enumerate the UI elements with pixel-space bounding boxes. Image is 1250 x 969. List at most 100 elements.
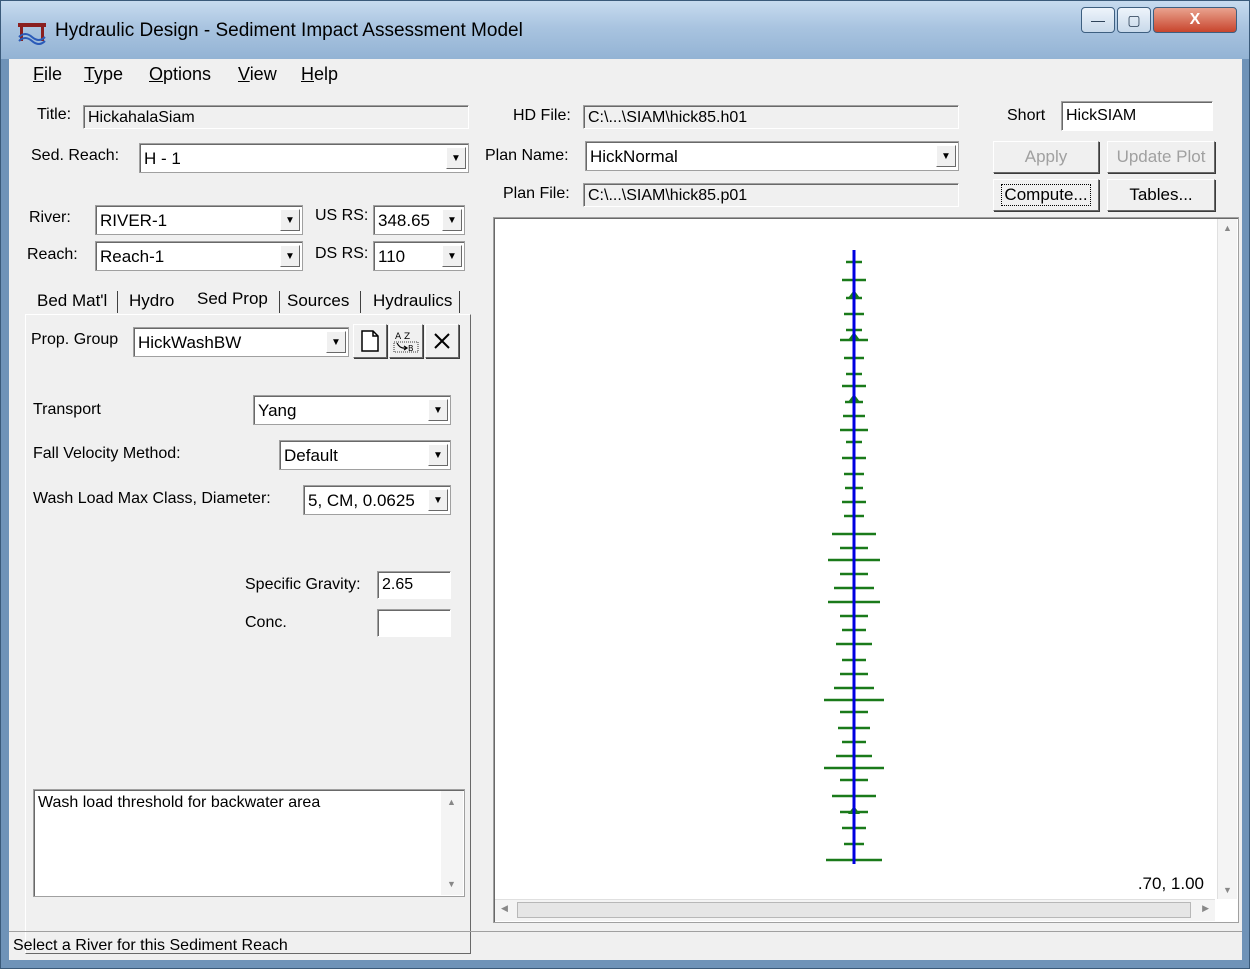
reach-value: Reach-1 xyxy=(100,247,165,266)
plan-name-select[interactable]: HickNormal ▼ xyxy=(585,141,959,171)
prop-group-value: HickWashBW xyxy=(138,333,242,352)
menu-view[interactable]: View xyxy=(238,64,277,85)
river-select[interactable]: RIVER-1 ▼ xyxy=(95,205,303,235)
app-icon xyxy=(18,23,46,45)
tables-button[interactable]: Tables... xyxy=(1107,179,1215,211)
river-label: River: xyxy=(29,209,71,226)
scroll-thumb[interactable] xyxy=(517,902,1191,918)
plan-name-label: Plan Name: xyxy=(485,147,569,164)
tab-separator xyxy=(279,291,280,313)
title-label: Title: xyxy=(37,106,72,123)
short-label: Short xyxy=(1007,107,1046,124)
wash-load-label: Wash Load Max Class, Diameter: xyxy=(33,490,271,507)
ds-rs-value: 110 xyxy=(378,247,406,266)
scroll-up-icon[interactable]: ▲ xyxy=(447,797,456,807)
apply-button[interactable]: Apply xyxy=(993,141,1099,173)
client-area: File Type Options View Help Title: Hicka… xyxy=(9,59,1242,960)
hd-file-label: HD File: xyxy=(513,107,571,124)
reach-select[interactable]: Reach-1 ▼ xyxy=(95,241,303,271)
menu-help[interactable]: Help xyxy=(301,64,338,85)
chevron-down-icon[interactable]: ▼ xyxy=(326,331,346,353)
svg-text:Z: Z xyxy=(404,332,410,342)
title-field[interactable]: HickahalaSiam xyxy=(83,105,469,129)
transport-value: Yang xyxy=(258,401,297,420)
prop-group-select[interactable]: HickWashBW ▼ xyxy=(133,327,349,357)
menu-file[interactable]: File xyxy=(33,64,62,85)
chevron-down-icon[interactable]: ▼ xyxy=(442,245,462,267)
sed-reach-value: H - 1 xyxy=(144,149,181,168)
tab-separator xyxy=(117,291,118,313)
svg-text:B: B xyxy=(408,344,414,353)
conc-label: Conc. xyxy=(245,614,287,631)
tab-separator xyxy=(459,291,460,313)
tab-bed-matl[interactable]: Bed Mat'l xyxy=(37,291,107,311)
plot-vertical-scrollbar[interactable]: ▲ ▼ xyxy=(1217,219,1237,899)
close-button[interactable]: X xyxy=(1153,7,1237,33)
sed-reach-select[interactable]: H - 1 ▼ xyxy=(139,143,469,173)
chevron-down-icon[interactable]: ▼ xyxy=(280,209,300,231)
river-schematic-plot[interactable]: .70, 1.00 ▲ ▼ ◀ ▶ xyxy=(493,217,1239,923)
scroll-up-icon[interactable]: ▲ xyxy=(1223,223,1232,233)
minimize-button[interactable]: — xyxy=(1081,7,1115,33)
description-scrollbar[interactable]: ▲ ▼ xyxy=(441,791,463,895)
us-rs-label: US RS: xyxy=(315,207,369,224)
window-title: Hydraulic Design - Sediment Impact Asses… xyxy=(55,20,523,41)
maximize-button[interactable]: ▢ xyxy=(1117,7,1151,33)
scroll-down-icon[interactable]: ▼ xyxy=(447,879,456,889)
fall-velocity-value: Default xyxy=(284,446,338,465)
chevron-down-icon[interactable]: ▼ xyxy=(280,245,300,267)
transport-label: Transport xyxy=(33,401,101,418)
chevron-down-icon[interactable]: ▼ xyxy=(936,145,956,167)
reach-label: Reach: xyxy=(27,246,78,263)
tab-sed-prop[interactable]: Sed Prop xyxy=(197,289,268,309)
coord-readout: .70, 1.00 xyxy=(1137,874,1204,893)
plot-horizontal-scrollbar[interactable]: ◀ ▶ xyxy=(495,899,1215,921)
plan-file-field: C:\...\SIAM\hick85.p01 xyxy=(583,183,959,207)
new-group-button[interactable] xyxy=(353,324,387,358)
ds-rs-select[interactable]: 110 ▼ xyxy=(373,241,465,271)
chevron-down-icon[interactable]: ▼ xyxy=(428,444,448,466)
description-textarea[interactable]: Wash load threshold for backwater area ▲… xyxy=(33,789,465,897)
description-text: Wash load threshold for backwater area xyxy=(38,794,321,811)
short-input[interactable]: HickSIAM xyxy=(1061,101,1213,131)
title-bar[interactable]: Hydraulic Design - Sediment Impact Asses… xyxy=(1,1,1249,59)
hd-file-field: C:\...\SIAM\hick85.h01 xyxy=(583,105,959,129)
status-text: Select a River for this Sediment Reach xyxy=(13,937,288,954)
transport-select[interactable]: Yang ▼ xyxy=(253,395,451,425)
chevron-down-icon[interactable]: ▼ xyxy=(428,399,448,421)
fall-velocity-select[interactable]: Default ▼ xyxy=(279,440,451,470)
chevron-down-icon[interactable]: ▼ xyxy=(428,489,448,511)
tab-hydro[interactable]: Hydro xyxy=(129,291,174,311)
wash-load-value: 5, CM, 0.0625 xyxy=(308,491,415,510)
scroll-down-icon[interactable]: ▼ xyxy=(1223,885,1232,895)
plan-name-value: HickNormal xyxy=(590,147,678,166)
menu-options[interactable]: Options xyxy=(149,64,211,85)
tab-separator xyxy=(360,291,361,313)
menu-type[interactable]: Type xyxy=(84,64,123,85)
us-rs-select[interactable]: 348.65 ▼ xyxy=(373,205,465,235)
river-value: RIVER-1 xyxy=(100,211,168,230)
rename-group-button[interactable]: A Z B xyxy=(389,324,423,358)
ds-rs-label: DS RS: xyxy=(315,245,369,262)
scroll-right-icon[interactable]: ▶ xyxy=(1202,903,1209,914)
specific-gravity-label: Specific Gravity: xyxy=(245,576,361,593)
menu-bar: File Type Options View Help xyxy=(9,59,1242,89)
plan-file-label: Plan File: xyxy=(503,185,570,202)
delete-group-button[interactable] xyxy=(425,324,459,358)
tab-hydraulics[interactable]: Hydraulics xyxy=(373,291,452,311)
sed-reach-label: Sed. Reach: xyxy=(31,147,120,164)
chevron-down-icon[interactable]: ▼ xyxy=(446,147,466,169)
schematic-canvas xyxy=(824,250,884,864)
prop-group-label: Prop. Group xyxy=(31,331,119,348)
tab-sources[interactable]: Sources xyxy=(287,291,349,311)
update-plot-button[interactable]: Update Plot xyxy=(1107,141,1215,173)
scroll-left-icon[interactable]: ◀ xyxy=(501,903,508,914)
fall-velocity-label: Fall Velocity Method: xyxy=(33,445,181,462)
wash-load-select[interactable]: 5, CM, 0.0625 ▼ xyxy=(303,485,451,515)
chevron-down-icon[interactable]: ▼ xyxy=(442,209,462,231)
conc-input[interactable] xyxy=(377,609,451,637)
compute-button[interactable]: Compute... xyxy=(993,179,1099,211)
specific-gravity-input[interactable]: 2.65 xyxy=(377,571,451,599)
us-rs-value: 348.65 xyxy=(378,211,430,230)
rename-icon: A Z B xyxy=(393,332,419,353)
